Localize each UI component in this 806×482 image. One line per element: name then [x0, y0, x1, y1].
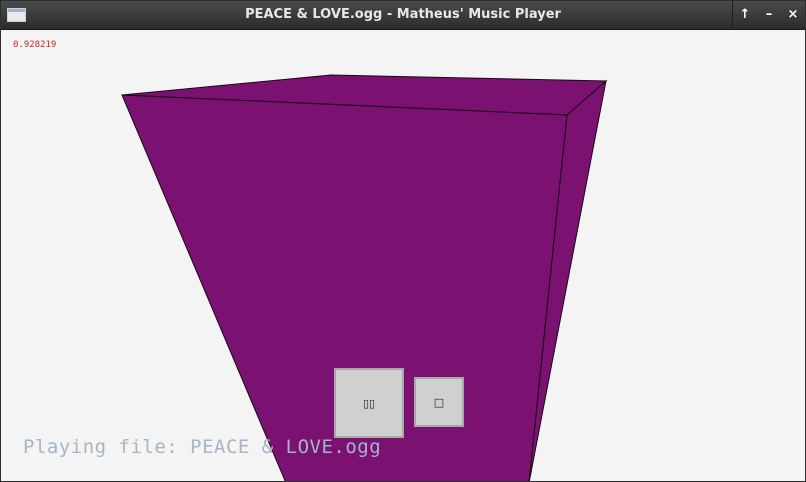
maximize-button[interactable]: ↑ — [735, 1, 755, 29]
stop-button[interactable]: □ — [414, 377, 464, 427]
minimize-button[interactable]: – — [759, 1, 779, 29]
fps-readout: 0.928219 — [13, 40, 57, 50]
close-button[interactable]: × — [783, 1, 803, 29]
now-playing-status: Playing file: PEACE & LOVE.ogg — [23, 436, 382, 458]
music-player-window: PEACE & LOVE.ogg - Matheus' Music Player… — [0, 0, 806, 482]
window-controls: ↑ – × — [732, 1, 805, 29]
play-pause-button[interactable]: ▯▯ — [334, 368, 404, 438]
title-bar[interactable]: PEACE & LOVE.ogg - Matheus' Music Player… — [1, 1, 805, 30]
window-title: PEACE & LOVE.ogg - Matheus' Music Player — [245, 7, 561, 22]
visualizer-canvas[interactable]: 0.928219 ▯▯ □ Playing file: PEACE & LOVE… — [1, 30, 805, 481]
